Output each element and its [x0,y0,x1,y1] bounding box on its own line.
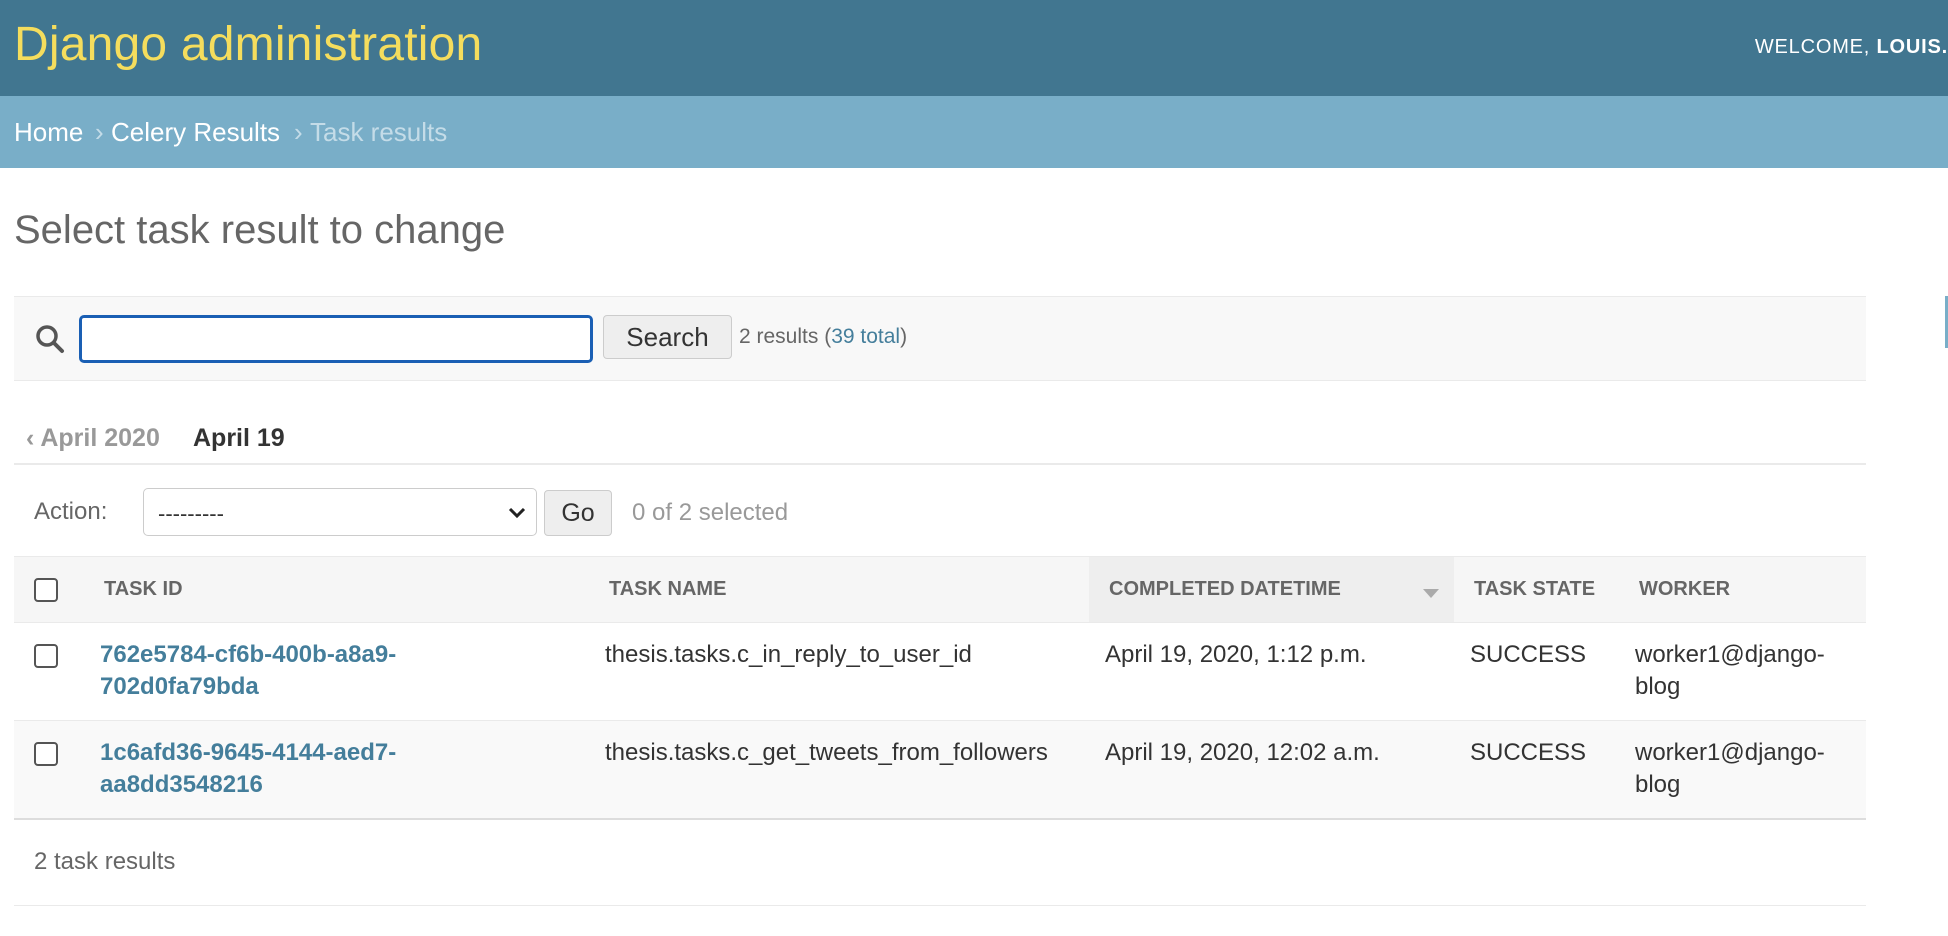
column-header-task-name[interactable]: TASK NAME [589,556,1089,623]
result-count: 2 results (39 total) [739,325,907,349]
row-select-cell [14,720,84,820]
action-select[interactable]: --------- [143,488,537,536]
sort-descending-icon[interactable] [1422,587,1440,599]
paginator: 2 task results [14,820,1866,906]
worker-cell: worker1@django-blog [1619,622,1866,721]
action-counter: 0 of 2 selected [632,499,789,526]
table-row: 1c6afd36-9645-4144-aed7- aa8dd3548216 the… [14,720,1866,820]
results-table: TASK ID TASK NAME COMPLETED DATETIME TAS… [14,556,1866,820]
column-header-completed-datetime[interactable]: COMPLETED DATETIME [1089,556,1454,623]
row-checkbox[interactable] [34,643,58,668]
date-back-link[interactable]: ‹ April 2020 [26,424,160,453]
task-id-cell: 762e5784-cf6b-400b-a8a9- 702d0fa79bda [84,622,589,721]
column-header-task-state[interactable]: TASK STATE [1454,556,1619,623]
completed-datetime-cell: April 19, 2020, 1:12 p.m. [1089,622,1454,721]
row-checkbox[interactable] [34,741,58,766]
select-all-header [14,556,84,623]
breadcrumb-celery-results[interactable]: Celery Results [111,117,280,148]
result-count-prefix: 2 results ( [739,325,832,348]
welcome-text: WELCOME, [1754,36,1877,58]
breadcrumb-separator: › [294,117,303,147]
username: LOUIS. [1876,36,1948,58]
site-header: Django administration WELCOME, LOUIS. [0,0,1948,96]
page-title: Select task result to change [14,208,506,252]
date-current: April 19 [193,424,285,452]
result-count-suffix: ) [900,325,908,348]
task-id-link[interactable]: 762e5784-cf6b-400b-a8a9- 702d0fa79bda [100,641,396,700]
row-select-cell [14,622,84,721]
task-id-link[interactable]: 1c6afd36-9645-4144-aed7- aa8dd3548216 [100,739,396,798]
worker-cell: worker1@django-blog [1619,720,1866,820]
paginator-count: 2 task results [34,848,176,875]
total-results-link[interactable]: 39 total [831,325,900,348]
actions-bar: Action: --------- Go 0 of 2 selected [14,466,1866,556]
chevron-down-icon [508,507,526,519]
action-select-value: --------- [158,501,224,526]
search-icon [36,325,64,353]
task-name-cell: thesis.tasks.c_in_reply_to_user_id [589,622,1089,721]
breadcrumb-task-results: Task results [310,117,448,147]
task-name-cell: thesis.tasks.c_get_tweets_from_followers [589,720,1089,820]
column-header-worker[interactable]: WORKER [1619,556,1866,623]
table-header-row: TASK ID TASK NAME COMPLETED DATETIME TAS… [14,556,1866,623]
go-button[interactable]: Go [544,490,612,536]
completed-datetime-cell: April 19, 2020, 12:02 a.m. [1089,720,1454,820]
search-input[interactable] [79,315,593,363]
search-toolbar: Search 2 results (39 total) [14,296,1866,381]
task-state-cell: SUCCESS [1454,622,1619,721]
table-row: 762e5784-cf6b-400b-a8a9- 702d0fa79bda the… [14,622,1866,721]
search-button[interactable]: Search [603,315,732,359]
column-header-task-id[interactable]: TASK ID [84,556,589,623]
task-state-cell: SUCCESS [1454,720,1619,820]
action-label: Action: [34,498,108,525]
breadcrumb: Home › Celery Results › Task results [0,96,1948,168]
site-title[interactable]: Django administration [14,17,482,72]
select-all-checkbox[interactable] [34,577,58,602]
task-id-cell: 1c6afd36-9645-4144-aed7- aa8dd3548216 [84,720,589,820]
date-hierarchy: ‹ April 2020 April 19 [14,382,1866,465]
breadcrumb-separator: › [95,117,104,147]
breadcrumb-home[interactable]: Home [14,117,83,148]
user-tools: WELCOME, LOUIS. [1755,36,1948,59]
